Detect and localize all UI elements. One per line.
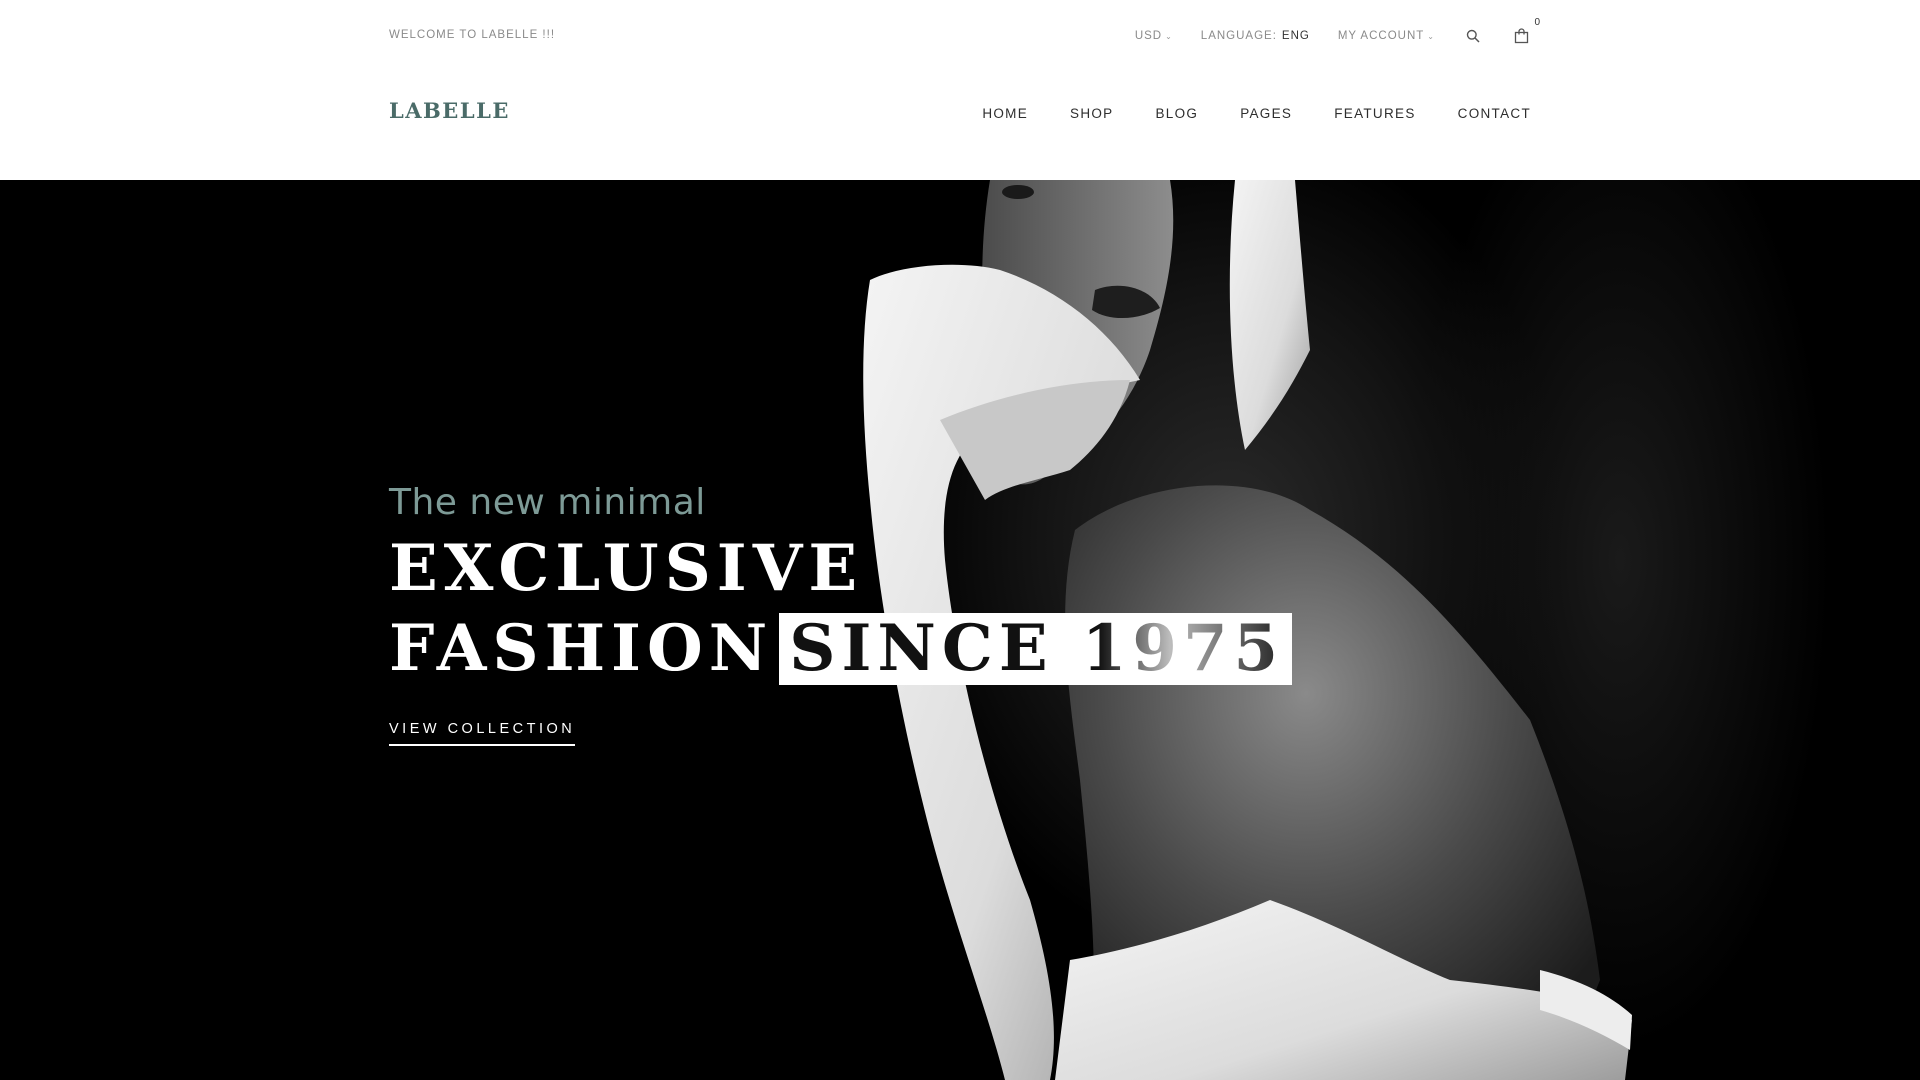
search-button[interactable]: [1463, 26, 1483, 46]
shopping-bag-icon: [1514, 28, 1528, 44]
hero-text-block: The new minimal EXCLUSIVE FASHION SINCE 1…: [389, 482, 1292, 746]
currency-label: USD: [1134, 30, 1163, 42]
site-logo[interactable]: LABELLE: [389, 98, 510, 123]
nav-home[interactable]: HOME: [982, 106, 1028, 121]
account-label: MY ACCOUNT: [1337, 30, 1425, 42]
highlight-text-end: E 1975: [998, 611, 1284, 686]
top-bar-controls: USD ⌄ LANGUAGE: ENG MY ACCOUNT ⌄ 0: [1107, 17, 1540, 46]
chevron-down-icon: ⌄: [1165, 31, 1173, 41]
nav-blog[interactable]: BLOG: [1155, 106, 1198, 121]
cart-count-badge: 0: [1534, 17, 1541, 28]
headline-highlight-box: SINCE 1975: [779, 613, 1292, 685]
headline-line-2: FASHION SINCE 1975: [389, 609, 1292, 689]
hero-tagline: The new minimal: [389, 482, 706, 523]
nav-contact[interactable]: CONTACT: [1458, 106, 1531, 121]
page: WELCOME TO LABELLE !!! USD ⌄ LANGUAGE: E…: [0, 0, 1920, 1080]
hero-headline: EXCLUSIVE FASHION SINCE 1975: [389, 529, 1292, 689]
top-bar: WELCOME TO LABELLE !!! USD ⌄ LANGUAGE: E…: [0, 0, 1920, 70]
nav-pages[interactable]: PAGES: [1240, 106, 1292, 121]
chevron-down-icon: ⌄: [1427, 31, 1435, 41]
headline-word-fashion: FASHION: [389, 611, 774, 686]
hero-banner: The new minimal EXCLUSIVE FASHION SINCE 1…: [0, 180, 1920, 1080]
currency-dropdown[interactable]: USD ⌄: [1135, 30, 1173, 42]
main-nav: HOME SHOP BLOG PAGES FEATURES CONTACT: [940, 106, 1531, 121]
nav-features[interactable]: FEATURES: [1334, 106, 1415, 121]
language-label: LANGUAGE:: [1200, 30, 1277, 42]
cart-button[interactable]: 0: [1511, 17, 1540, 46]
account-dropdown[interactable]: MY ACCOUNT ⌄: [1338, 30, 1435, 42]
search-icon: [1466, 29, 1480, 43]
view-collection-button[interactable]: VIEW COLLECTION: [389, 721, 576, 746]
welcome-message: WELCOME TO LABELLE !!!: [389, 29, 556, 41]
language-value: ENG: [1281, 30, 1310, 42]
highlight-text-start: SINC: [789, 611, 999, 686]
nav-shop[interactable]: SHOP: [1070, 106, 1113, 121]
headline-line-1: EXCLUSIVE: [389, 531, 864, 606]
language-selector[interactable]: LANGUAGE: ENG: [1201, 30, 1310, 42]
